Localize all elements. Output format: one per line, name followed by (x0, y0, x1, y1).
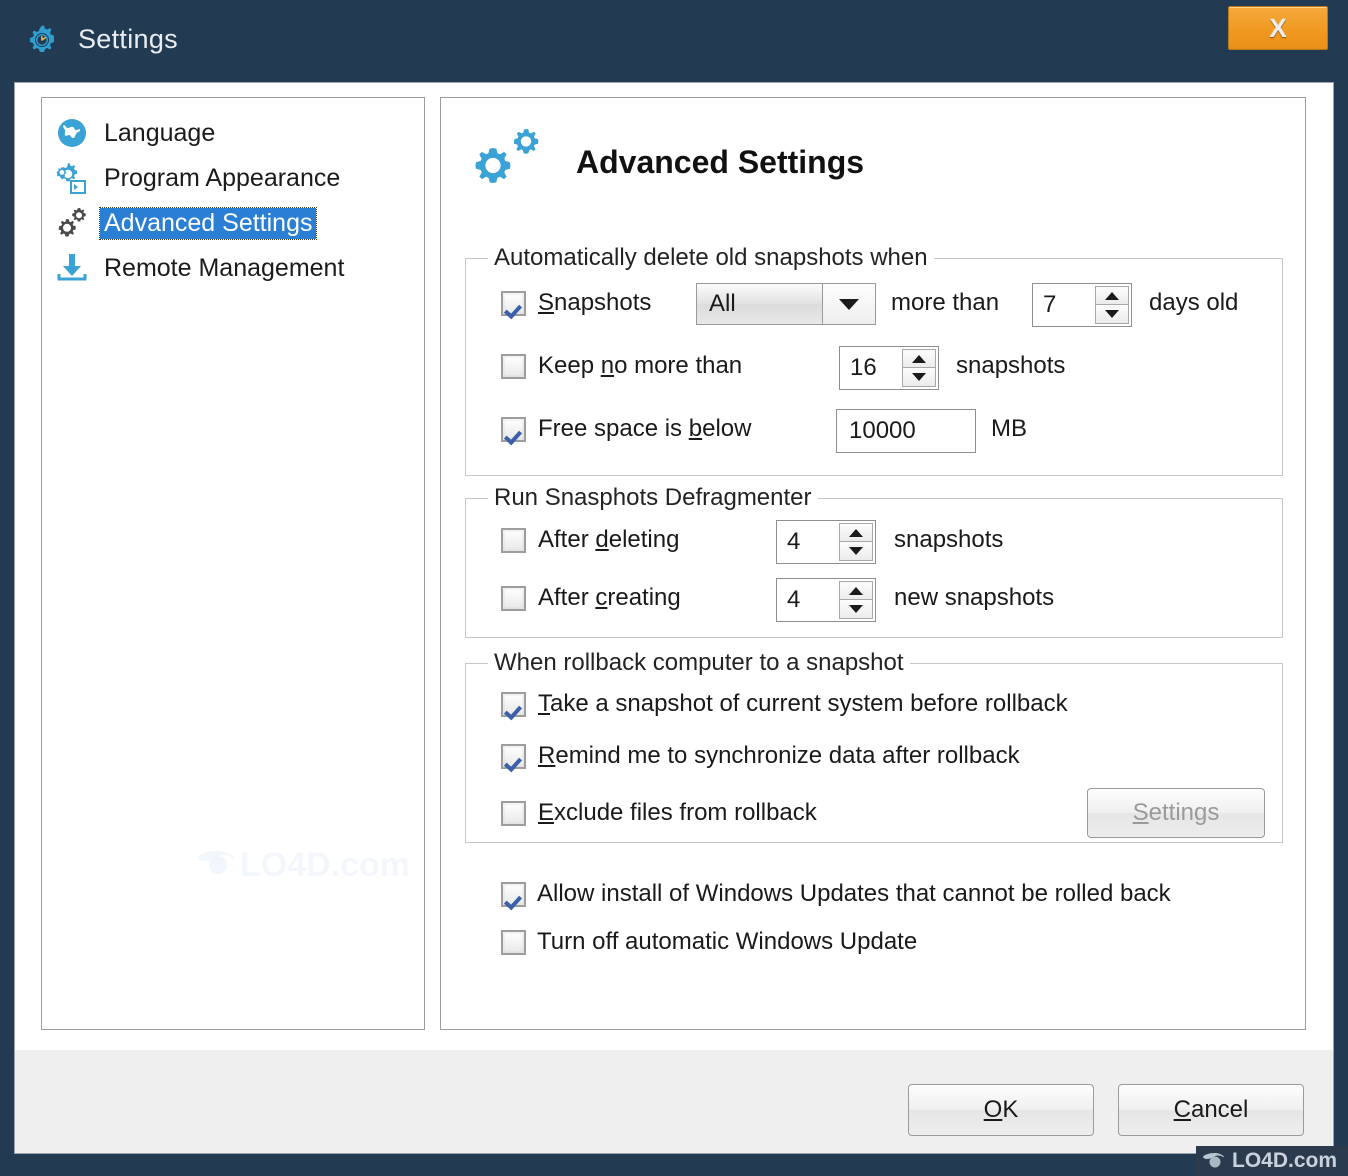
more-than-label: more than (891, 289, 1000, 316)
settings-dialog-window: Settings X LO4D.com Language (0, 0, 1348, 1176)
free-space-unit-label: MB (991, 415, 1027, 442)
checkbox-free-space-below-label: Free space is below (538, 415, 752, 442)
ok-button[interactable]: OK (908, 1084, 1094, 1136)
sidebar-item-remote-management[interactable]: Remote Management (52, 247, 344, 289)
checkbox-take-snapshot-before-rollback[interactable] (501, 692, 526, 717)
checkbox-exclude-files[interactable] (501, 801, 526, 826)
checkbox-remind-synchronize[interactable] (501, 744, 526, 769)
group-title: Run Snasphots Defragmenter (488, 484, 818, 512)
cancel-button[interactable]: Cancel (1118, 1084, 1304, 1136)
checkbox-keep-no-more-than-label: Keep no more than (538, 352, 743, 379)
gears-icon (52, 203, 92, 243)
gear-clock-icon (24, 22, 60, 58)
after-creating-unit-label: new snapshots (894, 584, 1055, 611)
checkbox-free-space-below[interactable] (501, 417, 526, 442)
checkbox-after-deleting[interactable] (501, 528, 526, 553)
spinner-down-icon[interactable] (902, 368, 936, 387)
checkbox-turn-off-auto-update-label: Turn off automatic Windows Update (537, 928, 918, 955)
sidebar-item-program-appearance[interactable]: Program Appearance (52, 157, 340, 199)
group-defragmenter: Run Snasphots Defragmenter After deletin… (465, 484, 1283, 638)
after-creating-value: 4 (787, 586, 801, 613)
spinner-up-icon[interactable] (839, 581, 873, 600)
gears-window-icon (52, 158, 92, 198)
checkbox-take-snapshot-before-rollback-label: Take a snapshot of current system before… (538, 690, 1068, 717)
days-old-label: days old (1149, 289, 1239, 316)
checkbox-exclude-files-label: Exclude files from rollback (538, 799, 817, 826)
spinner-up-icon[interactable] (839, 523, 873, 542)
settings-sidebar: Language Program Appearance Advanced Set… (41, 97, 425, 1030)
checkbox-after-creating[interactable] (501, 586, 526, 611)
close-button[interactable]: X (1228, 6, 1328, 50)
spinner-down-icon[interactable] (839, 600, 873, 619)
group-auto-delete: Automatically delete old snapshots when … (465, 244, 1283, 476)
lo4d-logo-icon (1203, 1153, 1224, 1168)
snapshots-scope-combo[interactable]: All (696, 283, 876, 325)
sidebar-item-label: Remote Management (104, 253, 345, 282)
group-title: When rollback computer to a snapshot (488, 649, 910, 677)
spinner-up-icon[interactable] (1095, 286, 1129, 305)
free-space-value: 10000 (849, 417, 916, 444)
sidebar-item-label: Language (104, 118, 216, 147)
watermark-badge: LO4D.com (1196, 1146, 1348, 1176)
days-old-value: 7 (1043, 291, 1057, 318)
checkbox-turn-off-auto-update[interactable] (501, 930, 526, 955)
after-deleting-value: 4 (787, 528, 801, 555)
checkbox-after-deleting-label: After deleting (538, 526, 680, 553)
after-deleting-unit-label: snapshots (894, 526, 1004, 553)
snapshots-scope-value: All (709, 290, 736, 317)
max-snapshots-value: 16 (850, 354, 877, 381)
checkbox-snapshots-label: Snapshots (538, 289, 652, 316)
sidebar-item-advanced-settings[interactable]: Advanced Settings (52, 202, 318, 244)
advanced-settings-panel: Advanced Settings Automatically delete o… (440, 97, 1306, 1030)
checkbox-after-creating-label: After creating (538, 584, 681, 611)
page-title: Advanced Settings (576, 143, 865, 180)
chevron-down-icon[interactable] (822, 284, 875, 324)
group-title: Automatically delete old snapshots when (488, 244, 934, 272)
checkbox-keep-no-more-than[interactable] (501, 354, 526, 379)
checkbox-allow-windows-updates-label: Allow install of Windows Updates that ca… (537, 880, 1171, 907)
download-arrow-icon (52, 248, 92, 288)
spinner-down-icon[interactable] (839, 542, 873, 561)
title-bar: Settings X (0, 0, 1348, 82)
exclude-settings-button[interactable]: Settings (1087, 788, 1265, 838)
spinner-up-icon[interactable] (902, 349, 936, 368)
snapshots-unit-label: snapshots (956, 352, 1066, 379)
max-snapshots-spinner[interactable]: 16 (839, 346, 939, 390)
group-rollback: When rollback computer to a snapshot Tak… (465, 649, 1283, 843)
sidebar-item-language[interactable]: Language (52, 112, 215, 154)
sidebar-item-label: Program Appearance (104, 163, 341, 192)
globe-icon (52, 113, 92, 153)
gears-icon (466, 126, 552, 198)
after-deleting-spinner[interactable]: 4 (776, 520, 876, 564)
window-title: Settings (78, 24, 178, 54)
days-old-spinner[interactable]: 7 (1032, 283, 1132, 327)
close-icon: X (1269, 12, 1287, 43)
checkbox-snapshots[interactable] (501, 291, 526, 316)
spinner-down-icon[interactable] (1095, 305, 1129, 324)
free-space-input[interactable]: 10000 (836, 409, 976, 453)
after-creating-spinner[interactable]: 4 (776, 578, 876, 622)
sidebar-item-label: Advanced Settings (98, 206, 318, 240)
checkbox-remind-synchronize-label: Remind me to synchronize data after roll… (538, 742, 1020, 769)
checkbox-allow-windows-updates[interactable] (501, 882, 526, 907)
watermark-badge-text: LO4D.com (1232, 1149, 1338, 1172)
panel-header: Advanced Settings (466, 126, 864, 198)
